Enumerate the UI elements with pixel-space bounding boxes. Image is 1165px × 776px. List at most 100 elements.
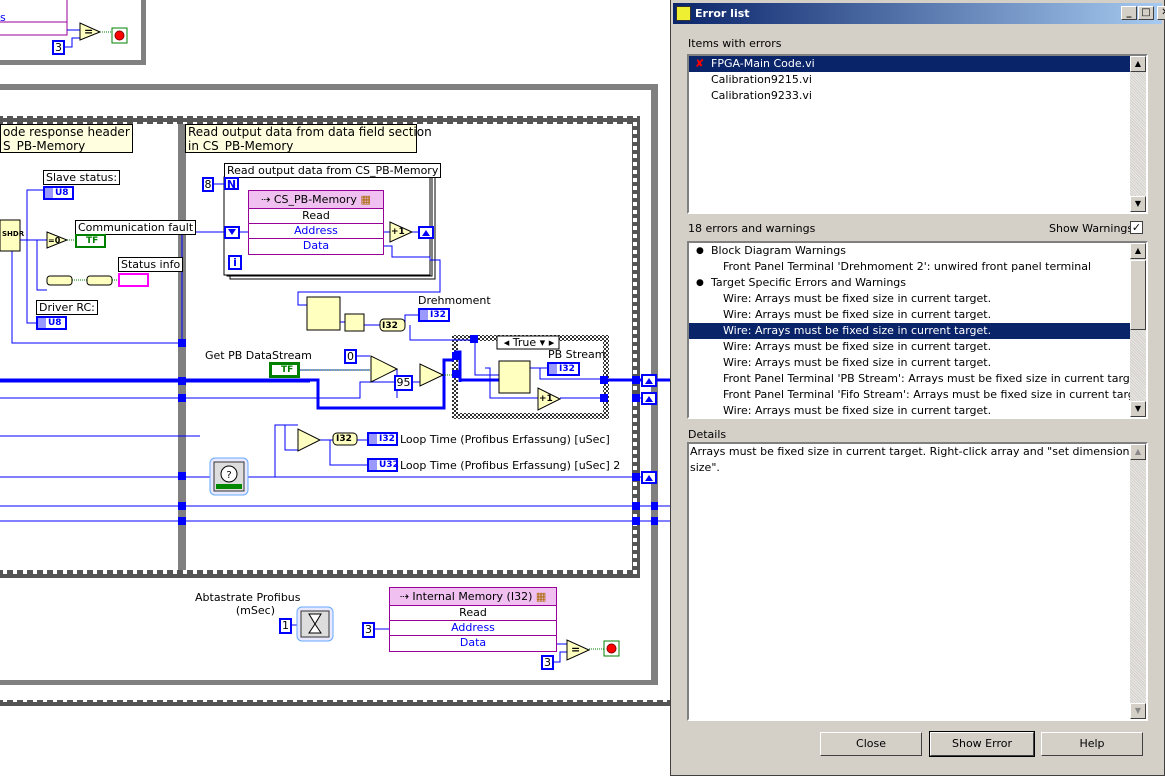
help-button[interactable]: Help xyxy=(1041,732,1143,756)
comment-right: Read output data from data field section… xyxy=(185,124,432,153)
close-window-button[interactable]: ✕ xyxy=(1157,6,1165,20)
errors-list[interactable]: ● Block Diagram Warnings Front Panel Termi… xyxy=(687,241,1148,419)
error-row[interactable]: Wire: Arrays must be fixed size in curre… xyxy=(689,323,1130,339)
get-stream-label: Get PB DataStream xyxy=(205,349,312,362)
minimize-button[interactable]: _ xyxy=(1121,6,1137,20)
slave-status-label: Slave status: xyxy=(43,170,121,185)
error-row[interactable]: Wire: Arrays must be fixed size in curre… xyxy=(689,355,1130,371)
bullet-icon: ● xyxy=(696,278,704,288)
abtastrate-line: (mSec) xyxy=(235,604,275,617)
abtastrate-label: Abtastrate Profibus (mSec) xyxy=(195,591,301,617)
memory-row-data: Data xyxy=(302,239,330,252)
slave-status-indicator[interactable]: U8 xyxy=(43,186,74,200)
error-group-heading[interactable]: ● Block Diagram Warnings xyxy=(689,243,1130,259)
error-count-label: 18 errors and warnings xyxy=(688,222,816,235)
show-error-button[interactable]: Show Error xyxy=(929,731,1035,757)
driver-rc-indicator[interactable]: U8 xyxy=(36,316,67,330)
equal-label: = xyxy=(84,25,94,38)
error-row[interactable]: Wire: Arrays must be fixed size in curre… xyxy=(689,339,1130,355)
loop-count-constant[interactable]: 8 xyxy=(202,177,214,192)
constant-3[interactable]: 3 xyxy=(52,40,65,55)
pb-stream-label: PB Stream xyxy=(548,348,606,361)
close-button[interactable]: Close xyxy=(820,732,922,756)
comment-left: ode response header S_PB-Memory xyxy=(0,124,133,153)
wait-constant[interactable]: 1 xyxy=(279,618,292,634)
error-row[interactable]: Wire: Arrays must be fixed size in curre… xyxy=(689,291,1130,307)
error-row[interactable]: Front Panel Terminal 'PB Stream': Arrays… xyxy=(689,371,1144,387)
details-box[interactable]: Arrays must be fixed size in current tar… xyxy=(687,442,1148,721)
to-string-function xyxy=(46,275,73,286)
details-scrollbar[interactable]: ▲ ▼ xyxy=(1130,444,1146,719)
memory-grid-icon: ▦ xyxy=(360,193,371,206)
drehmoment-indicator[interactable]: I32 xyxy=(418,308,450,322)
svg-text:?: ? xyxy=(226,470,231,481)
loop-time-indicator[interactable]: I32 xyxy=(367,432,398,446)
items-scrollbar[interactable]: ▲ ▼ xyxy=(1130,56,1146,212)
labview-icon xyxy=(676,6,691,21)
address-constant[interactable]: 3 xyxy=(362,622,375,638)
memory-row-address: Address xyxy=(390,621,556,636)
error-item-label: Calibration9215.vi xyxy=(711,73,812,86)
error-text: Wire: Arrays must be fixed size in curre… xyxy=(723,308,992,321)
details-text: Arrays must be fixed size in current tar… xyxy=(690,445,1130,474)
scroll-thumb[interactable] xyxy=(1130,260,1146,330)
error-text: Front Panel Terminal 'Drehmoment 2': unw… xyxy=(723,260,1092,273)
constant-0[interactable]: 0 xyxy=(344,349,357,364)
subtract-function xyxy=(297,428,322,452)
top-structure xyxy=(0,0,146,65)
scroll-up-button[interactable]: ▲ xyxy=(1130,56,1146,72)
memory-title: ⇢ CS_PB-Memory ▦ xyxy=(249,191,383,209)
comment-line: Read output data from data field section xyxy=(188,125,432,139)
error-item-row[interactable]: ✘ FPGA-Main Code.vi xyxy=(689,56,1130,72)
scroll-down-button[interactable]: ▼ xyxy=(1130,703,1146,719)
scroll-down-button[interactable]: ▼ xyxy=(1130,196,1146,212)
scroll-up-button[interactable]: ▲ xyxy=(1130,243,1146,259)
error-row[interactable]: Front Panel Terminal 'Drehmoment 2': unw… xyxy=(689,259,1130,275)
items-label: Items with errors xyxy=(688,37,782,50)
status-info-indicator[interactable] xyxy=(118,273,149,287)
case-prev-icon[interactable]: ◂ xyxy=(504,336,510,349)
internal-memory-node[interactable]: ⇢ Internal Memory (I32) ▦ Read Address D… xyxy=(389,587,557,652)
error-text: Wire: Arrays must be fixed size in curre… xyxy=(723,340,992,353)
scroll-up-button[interactable]: ▲ xyxy=(1130,444,1146,460)
error-text: Wire: Arrays must be fixed size in curre… xyxy=(723,404,992,417)
bullet-icon: ● xyxy=(696,246,704,256)
error-row[interactable]: Wire: Arrays must be fixed size in curre… xyxy=(689,307,1130,323)
index-array-function xyxy=(306,296,341,331)
error-item-row[interactable]: Calibration9215.vi xyxy=(689,72,1130,88)
show-warnings-checkbox[interactable]: ✓ xyxy=(1130,221,1143,234)
increment-label-2: +1 xyxy=(539,394,553,404)
memory-row-read: Read xyxy=(249,209,383,224)
get-stream-control[interactable]: TF xyxy=(269,362,300,378)
loop-time2-indicator[interactable]: U32 xyxy=(367,458,399,472)
memory-grid-icon: ▦ xyxy=(535,590,547,603)
pb-stream-indicator[interactable]: I32 xyxy=(547,362,580,376)
details-label: Details xyxy=(688,428,727,441)
error-item-row[interactable]: Calibration9233.vi xyxy=(689,88,1130,104)
title-bar[interactable]: Error list _ □ ✕ xyxy=(673,3,1165,24)
comm-fault-indicator[interactable]: TF xyxy=(75,234,106,248)
constant-95[interactable]: 95 xyxy=(394,375,413,391)
case-value: True xyxy=(512,336,537,349)
error-list-dialog: Error list _ □ ✕ Items with errors ✘ FPGA… xyxy=(670,0,1165,776)
block-diagram[interactable]: ? ode response header S_PB-Memory Read ou… xyxy=(0,0,670,776)
array-function xyxy=(86,275,113,286)
dialog-title: Error list xyxy=(695,7,750,20)
error-item-label: FPGA-Main Code.vi xyxy=(711,57,815,70)
comm-fault-label: Communication fault xyxy=(75,220,197,235)
errors-scrollbar[interactable]: ▲ ▼ xyxy=(1130,243,1146,417)
maximize-button[interactable]: □ xyxy=(1138,6,1154,20)
to-i32-label: I32 xyxy=(382,321,398,331)
compare-constant[interactable]: 3 xyxy=(541,655,554,670)
error-group-heading[interactable]: ● Target Specific Errors and Warnings xyxy=(689,275,1130,291)
cs-memory-node[interactable]: ⇢ CS_PB-Memory ▦ Read Address Data xyxy=(248,190,384,255)
error-row[interactable]: Wire: Arrays must be fixed size in curre… xyxy=(689,403,1130,417)
items-list[interactable]: ✘ FPGA-Main Code.vi Calibration9215.vi Cali… xyxy=(687,54,1148,214)
tick-count-icon: ? xyxy=(209,457,249,496)
diagram-wires: ? xyxy=(0,0,670,706)
abtastrate-line: Abtastrate Profibus xyxy=(195,591,301,604)
drehmoment-label: Drehmoment xyxy=(418,294,491,307)
scroll-down-button[interactable]: ▼ xyxy=(1130,401,1146,417)
equal-label-2: = xyxy=(571,643,581,656)
error-row[interactable]: Front Panel Terminal 'Fifo Stream': Arra… xyxy=(689,387,1146,403)
